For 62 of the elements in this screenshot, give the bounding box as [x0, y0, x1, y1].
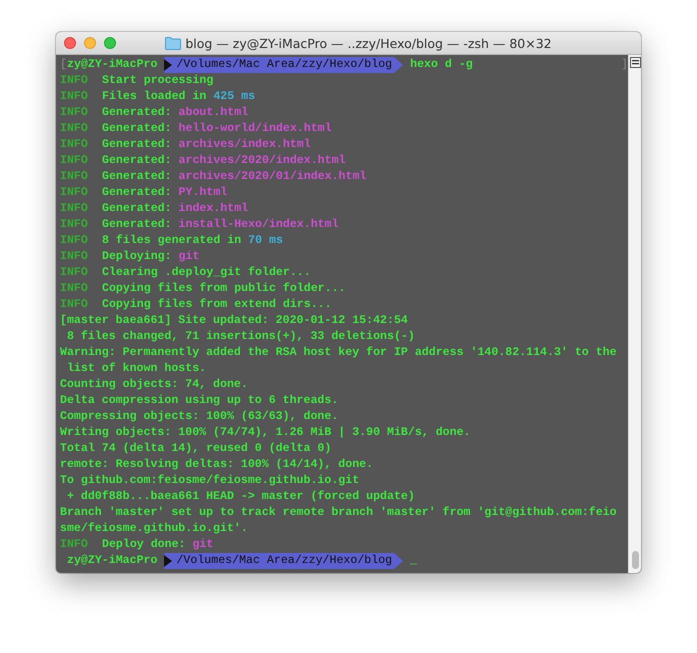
log-level: INFO — [60, 217, 89, 233]
log-level: INFO — [60, 201, 89, 217]
output-line: Warning: Permanently added the RSA host key for IP address '140.82.114.3' to the — [60, 345, 617, 361]
window-title: blog — zy@ZY-iMacPro — ..zzy/Hexo/blog — -zsh — 80×32 — [185, 36, 552, 50]
log-level: INFO — [60, 537, 89, 553]
log-level: INFO — [60, 297, 89, 313]
log-message: Generated: archives/index.html — [102, 137, 311, 153]
output-line: Branch 'master' set up to track remote branch 'master' from 'git@github.com:feio — [60, 505, 617, 521]
log-message: Generated: PY.html — [102, 185, 228, 201]
command-text: hexo d -g — [409, 57, 473, 73]
output-line: sme/feiosme.github.io.git'. — [60, 521, 248, 537]
scroll-bar[interactable] — [628, 55, 641, 573]
log-level: INFO — [60, 105, 89, 121]
log-message: Generated: install-Hexo/index.html — [102, 217, 339, 233]
log-level: INFO — [60, 233, 89, 249]
output-line: Writing objects: 100% (74/74), 1.26 MiB | 3.90 MiB/s, done. — [60, 425, 470, 441]
log-level: INFO — [60, 89, 89, 105]
log-message: Generated: archives/2020/01/index.html — [102, 169, 366, 185]
output-line: [master baea661] Site updated: 2020-01-12 15:42:54 — [60, 313, 408, 329]
log-level: INFO — [60, 121, 89, 137]
log-message: Generated: about.html — [102, 105, 248, 121]
menu-icon[interactable] — [630, 57, 640, 68]
prompt-user: zy@ZY-iMacPro — [67, 553, 158, 569]
log-level: INFO — [60, 73, 89, 89]
log-message: Copying files from extend dirs... — [102, 297, 332, 313]
folder-icon — [165, 36, 182, 50]
log-level: INFO — [60, 153, 89, 169]
log-level: INFO — [60, 185, 89, 201]
log-level: INFO — [60, 249, 89, 265]
log-level: INFO — [60, 169, 89, 185]
output-line: 8 files changed, 71 insertions(+), 33 deletions(-) — [66, 329, 415, 345]
prompt-bracket: ] — [621, 57, 628, 73]
log-level: INFO — [60, 265, 89, 281]
output-line: Total 74 (delta 14), reused 0 (delta 0) — [60, 441, 332, 457]
prompt-separator-icon — [164, 553, 174, 569]
log-message: Clearing .deploy_git folder... — [102, 265, 311, 281]
output-line: list of known hosts. — [66, 361, 206, 377]
prompt-separator-icon — [164, 57, 174, 73]
log-level: INFO — [60, 137, 89, 153]
output-line: + dd0f88b...baea661 HEAD -> master (forced update) — [66, 489, 415, 505]
log-level: INFO — [60, 281, 89, 297]
log-message: Generated: archives/2020/index.html — [102, 153, 346, 169]
scroll-thumb[interactable] — [632, 551, 638, 569]
cursor: _ — [409, 553, 418, 569]
output-line: To github.com:feiosme/feiosme.github.io.git — [60, 473, 360, 489]
log-message: 8 files generated in 70 ms — [102, 233, 283, 249]
prompt-bracket: [ — [60, 57, 67, 73]
close-button[interactable] — [64, 37, 76, 49]
log-message: Generated: hello-world/index.html — [102, 121, 332, 137]
zoom-button[interactable] — [104, 37, 116, 49]
log-message: Files loaded in 425 ms — [102, 89, 256, 105]
output-line: remote: Resolving deltas: 100% (14/14), done. — [60, 457, 374, 473]
log-message: Deploying: git — [102, 249, 200, 265]
output-line: Compressing objects: 100% (63/63), done. — [60, 409, 338, 425]
log-message: Start processing — [102, 73, 214, 89]
log-message: Deploy done: git — [102, 537, 214, 553]
log-message: Generated: index.html — [102, 201, 248, 217]
log-message: Copying files from public folder... — [102, 281, 346, 297]
prompt-user: zy@ZY-iMacPro — [67, 57, 158, 73]
output-line: Counting objects: 74, done. — [60, 377, 248, 393]
minimize-button[interactable] — [84, 37, 96, 49]
output-line: Delta compression using up to 6 threads. — [60, 393, 338, 409]
